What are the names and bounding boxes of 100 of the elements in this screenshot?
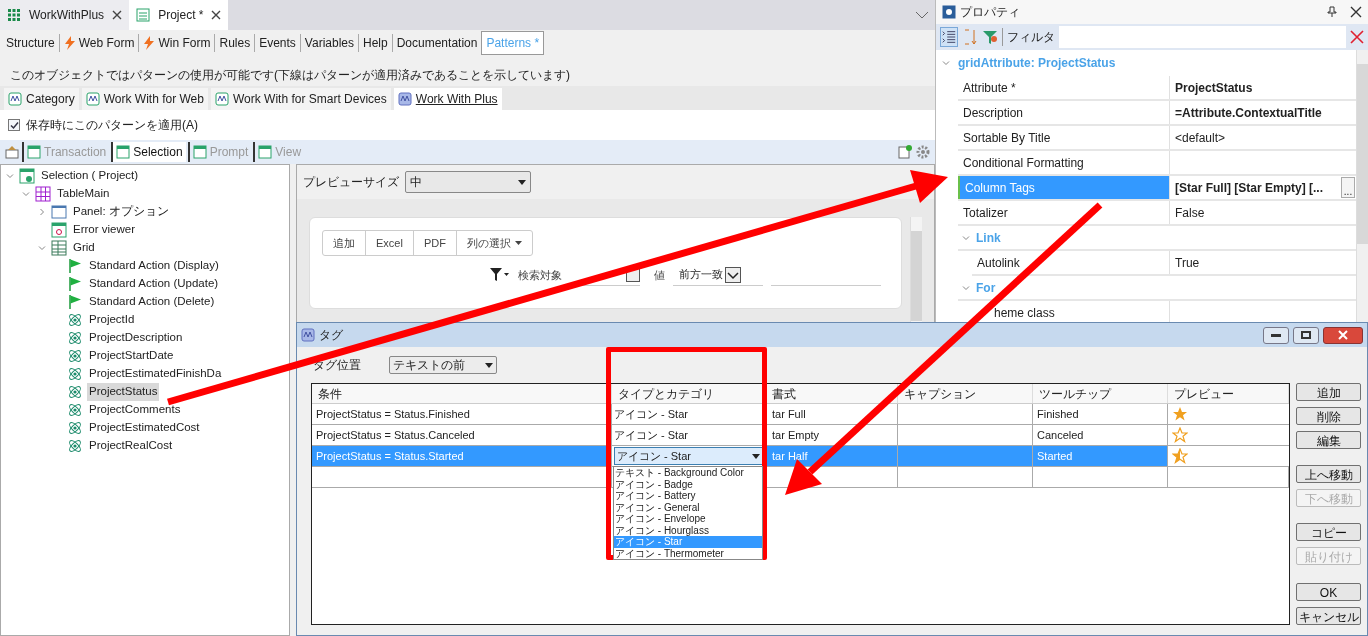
tree-item[interactable]: Standard Action (Update) bbox=[87, 275, 221, 293]
tree-item[interactable]: ProjectComments bbox=[87, 401, 183, 419]
preview-toolbar-button[interactable]: 列の選択 bbox=[455, 231, 532, 255]
tree-item[interactable]: Grid bbox=[71, 239, 97, 257]
condition-cell[interactable]: ProjectStatus = Status.Finished bbox=[312, 404, 612, 424]
chevron-down-icon[interactable] bbox=[6, 172, 14, 180]
close-button[interactable] bbox=[1323, 326, 1363, 344]
dropdown-option[interactable]: アイコン - Thermometer bbox=[614, 547, 762, 559]
condition-cell[interactable]: ProjectStatus = Status.Canceled bbox=[312, 425, 612, 445]
property-name[interactable]: Autolink bbox=[972, 251, 1170, 274]
type-combobox[interactable]: アイコン - Star bbox=[614, 447, 763, 465]
editor-tab[interactable]: Structure bbox=[6, 34, 55, 52]
scrollbar-thumb[interactable] bbox=[1357, 64, 1368, 244]
column-header[interactable]: 書式 bbox=[766, 384, 898, 403]
document-tab[interactable]: WorkWithPlus bbox=[0, 0, 130, 30]
dialog-button[interactable]: OK bbox=[1296, 583, 1361, 601]
settings-icon[interactable] bbox=[915, 144, 931, 160]
tree-item[interactable]: ProjectDescription bbox=[87, 329, 185, 347]
pin-icon[interactable] bbox=[1326, 6, 1338, 18]
preview-toolbar-button[interactable]: PDF bbox=[412, 231, 456, 255]
preview-toolbar-button[interactable]: 追加 bbox=[323, 231, 365, 255]
dialog-button[interactable]: 追加 bbox=[1296, 383, 1361, 401]
tree-item[interactable]: ProjectEstimatedCost bbox=[87, 419, 202, 437]
pattern-tab[interactable]: Work With for Web bbox=[81, 88, 208, 110]
pattern-tab[interactable]: Category bbox=[4, 88, 79, 110]
dialog-button[interactable]: コピー bbox=[1296, 523, 1361, 541]
maximize-button[interactable] bbox=[1293, 326, 1319, 344]
tooltip-cell[interactable]: Finished bbox=[1037, 405, 1079, 423]
tag-position-select[interactable]: テキストの前 bbox=[389, 356, 497, 374]
editor-tab[interactable]: Win Form bbox=[143, 34, 211, 52]
column-header[interactable]: ツールチップ bbox=[1033, 384, 1168, 403]
pattern-tab[interactable]: Work With Plus bbox=[393, 88, 502, 110]
column-header[interactable]: 条件 bbox=[312, 384, 612, 403]
instance-tab[interactable]: Selection bbox=[111, 142, 186, 162]
properties-icon[interactable] bbox=[4, 144, 20, 160]
tree-item[interactable]: Standard Action (Delete) bbox=[87, 293, 217, 311]
close-icon[interactable] bbox=[112, 10, 123, 20]
close-icon[interactable] bbox=[1350, 6, 1362, 18]
format-cell[interactable]: tar Full bbox=[772, 405, 806, 423]
property-name[interactable]: Conditional Formatting bbox=[958, 151, 1170, 174]
column-header[interactable]: タイプとカテゴリ bbox=[612, 384, 766, 403]
chevron-down-icon[interactable] bbox=[942, 59, 950, 67]
chevron-down-icon[interactable] bbox=[962, 283, 970, 292]
filter-icon[interactable] bbox=[490, 268, 510, 282]
type-cell[interactable]: アイコン - Star bbox=[614, 426, 688, 444]
dialog-button[interactable]: 編集 bbox=[1296, 431, 1361, 449]
dropdown-option[interactable]: アイコン - General bbox=[614, 501, 762, 513]
pattern-tab[interactable]: Work With for Smart Devices bbox=[210, 88, 391, 110]
dropdown-option[interactable]: アイコン - Badge bbox=[614, 478, 762, 490]
close-icon[interactable] bbox=[211, 10, 222, 20]
tree-item[interactable]: ProjectRealCost bbox=[87, 437, 175, 455]
editor-tab[interactable]: Rules bbox=[219, 34, 251, 52]
tree-item[interactable]: ProjectEstimatedFinishDa bbox=[87, 365, 224, 383]
chevron-down-icon[interactable] bbox=[915, 10, 929, 20]
tree-item[interactable]: ProjectId bbox=[87, 311, 137, 329]
minimize-button[interactable] bbox=[1263, 326, 1289, 344]
column-header[interactable]: キャプション bbox=[898, 384, 1033, 403]
scrollbar-thumb[interactable] bbox=[911, 231, 922, 321]
property-name[interactable]: Description bbox=[958, 101, 1170, 124]
checkbox[interactable] bbox=[8, 119, 20, 131]
column-header[interactable]: プレビュー bbox=[1168, 384, 1289, 403]
preview-toolbar-button[interactable]: Excel bbox=[365, 231, 413, 255]
editor-tab[interactable]: Documentation bbox=[396, 34, 478, 52]
dropdown-option[interactable]: テキスト - Background Color bbox=[614, 467, 762, 479]
new-item-icon[interactable] bbox=[897, 144, 913, 160]
tree-item[interactable]: ProjectStatus bbox=[87, 383, 160, 401]
ellipsis-button[interactable]: ... bbox=[1341, 177, 1355, 198]
property-name[interactable]: Totalizer bbox=[958, 201, 1170, 224]
format-cell[interactable]: tar Empty bbox=[772, 426, 820, 444]
dropdown-button-icon[interactable] bbox=[725, 266, 741, 283]
dropdown-option[interactable]: アイコン - Battery bbox=[614, 490, 762, 502]
dialog-button[interactable]: キャンセル bbox=[1296, 607, 1361, 625]
editor-tab[interactable]: Events bbox=[259, 34, 296, 52]
filter-field[interactable] bbox=[1059, 26, 1346, 48]
tree-item[interactable]: Panel: オプション bbox=[71, 203, 171, 221]
document-tab[interactable]: Project * bbox=[129, 0, 229, 30]
chevron-down-icon[interactable] bbox=[38, 244, 46, 252]
tree-item[interactable]: ProjectStartDate bbox=[87, 347, 176, 365]
caption-cell[interactable] bbox=[898, 446, 1033, 466]
dropdown-option[interactable]: アイコン - Envelope bbox=[614, 513, 762, 525]
editor-tab[interactable]: Help bbox=[363, 34, 388, 52]
chevron-down-icon[interactable] bbox=[962, 233, 970, 242]
tooltip-cell[interactable]: Canceled bbox=[1037, 426, 1084, 444]
tree-item[interactable]: Selection ( Project) bbox=[39, 167, 141, 185]
preview-size-select[interactable]: 中 bbox=[405, 171, 531, 193]
chevron-down-icon[interactable] bbox=[22, 190, 30, 198]
clear-filter-icon[interactable] bbox=[1350, 30, 1364, 44]
dialog-button[interactable]: 上へ移動 bbox=[1296, 465, 1361, 483]
tree-item[interactable]: Standard Action (Display) bbox=[87, 257, 221, 275]
dropdown-option[interactable]: アイコン - Hourglass bbox=[614, 524, 762, 536]
dialog-button[interactable]: 削除 bbox=[1296, 407, 1361, 425]
categorized-view-icon[interactable] bbox=[940, 27, 958, 47]
property-name[interactable]: Sortable By Title bbox=[958, 126, 1170, 149]
match-select[interactable]: 前方一致 bbox=[673, 264, 763, 286]
tree-item[interactable]: Error viewer bbox=[71, 221, 137, 239]
editor-tab[interactable]: Variables bbox=[304, 34, 354, 52]
type-cell[interactable]: アイコン - Star bbox=[614, 405, 688, 423]
tree-item[interactable]: TableMain bbox=[55, 185, 112, 203]
chevron-right-icon[interactable] bbox=[38, 208, 46, 216]
property-name[interactable]: Attribute * bbox=[958, 76, 1170, 99]
